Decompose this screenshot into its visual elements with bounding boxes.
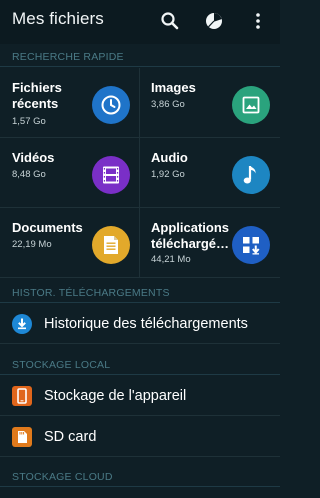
quick-downloaded-apps[interactable]: Applications téléchargé… 44,21 Mo (140, 208, 280, 278)
app-title: Mes fichiers (12, 9, 104, 28)
documents-label: Documents (12, 220, 83, 235)
recent-files-label: Fichiers récents (12, 80, 62, 111)
downloaded-apps-size: 44,21 Mo (151, 254, 191, 265)
sd-card-icon (12, 426, 32, 447)
search-icon[interactable] (156, 7, 184, 35)
quick-recent-files[interactable]: Fichiers récents 1,57 Go (0, 68, 140, 138)
downloaded-apps-label: Applications téléchargé… (151, 220, 230, 251)
document-icon (92, 226, 130, 264)
download-icon (12, 313, 32, 334)
image-icon (232, 86, 270, 124)
audio-label: Audio (151, 150, 188, 165)
more-options-icon[interactable] (244, 7, 272, 35)
storage-pie-icon[interactable] (200, 7, 228, 35)
quick-documents[interactable]: Documents 22,19 Mo (0, 208, 140, 278)
clock-icon (92, 86, 130, 124)
apps-download-icon (232, 226, 270, 264)
videos-label: Vidéos (12, 150, 55, 165)
documents-size: 22,19 Mo (12, 239, 52, 250)
quick-videos[interactable]: Vidéos 8,48 Go (0, 138, 140, 208)
audio-size: 1,92 Go (151, 169, 185, 180)
music-note-icon (232, 156, 270, 194)
section-header-quick-search: RECHERCHE RAPIDE (0, 47, 280, 67)
section-header-download-history: HISTOR. TÉLÉCHARGEMENTS (0, 283, 280, 303)
film-icon (92, 156, 130, 194)
download-history-row[interactable]: Historique des téléchargements (0, 304, 280, 344)
device-storage-label: Stockage de l'appareil (44, 387, 187, 404)
section-header-local-storage: STOCKAGE LOCAL (0, 355, 280, 375)
quick-audio[interactable]: Audio 1,92 Go (140, 138, 280, 208)
sd-card-row[interactable]: SD card (0, 417, 280, 457)
download-history-label: Historique des téléchargements (44, 315, 248, 332)
my-files-app: Mes fichiers RECHERCHE RAPIDE Fichiers r… (0, 0, 280, 498)
videos-size: 8,48 Go (12, 169, 46, 180)
phone-icon (12, 385, 32, 406)
recent-files-size: 1,57 Go (12, 116, 46, 127)
images-label: Images (151, 80, 196, 95)
images-size: 3,86 Go (151, 99, 185, 110)
sd-card-label: SD card (44, 428, 97, 445)
section-header-cloud-storage: STOCKAGE CLOUD (0, 467, 280, 487)
device-storage-row[interactable]: Stockage de l'appareil (0, 376, 280, 416)
quick-images[interactable]: Images 3,86 Go (140, 68, 280, 138)
top-bar: Mes fichiers (0, 0, 280, 44)
